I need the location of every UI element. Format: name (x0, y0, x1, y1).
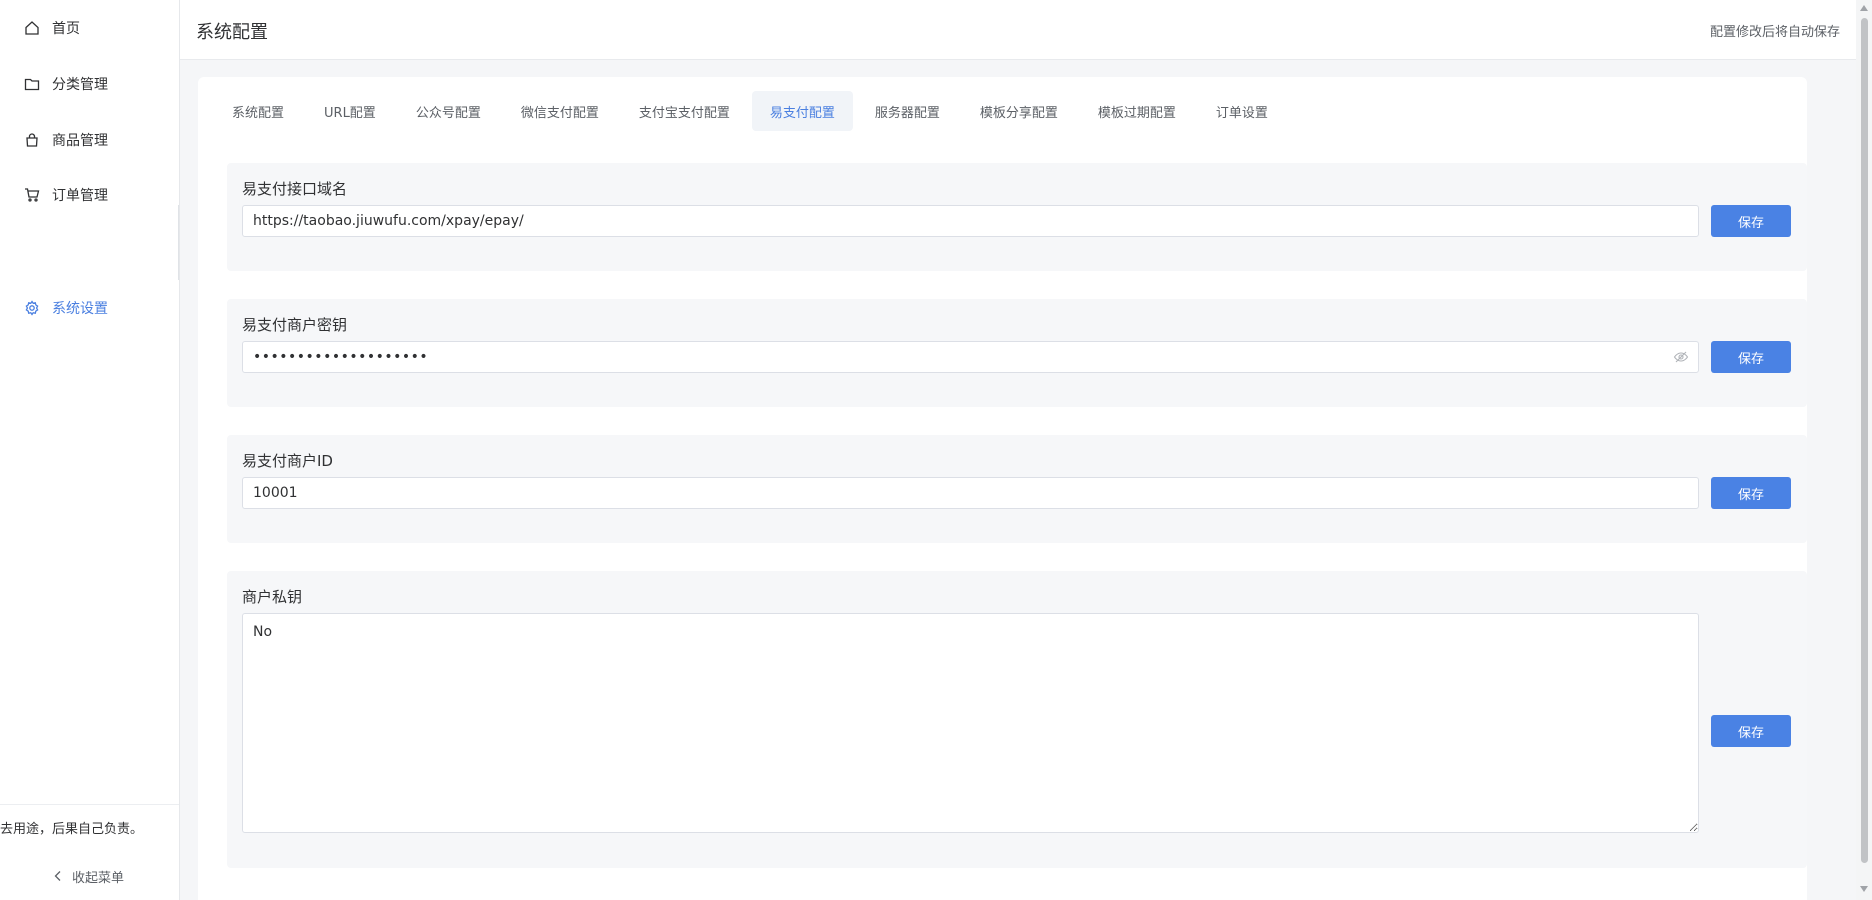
private-key-textarea[interactable]: No (242, 613, 1699, 833)
save-private-key-button[interactable]: 保存 (1711, 715, 1791, 747)
sidebar-item-products[interactable]: 商品管理 (0, 120, 179, 160)
folder-icon (24, 76, 40, 92)
api-domain-label: 易支付接口域名 (242, 180, 348, 198)
app: 首页 分类管理 商品管理 订单管理 系统设置 去用途，后果自己负责。 收起菜单 … (0, 0, 1872, 900)
header: 系统配置 配置修改后将自动保存 (180, 0, 1872, 60)
chevron-left-icon (52, 870, 64, 882)
api-domain-input[interactable] (242, 205, 1699, 237)
sidebar-notice: 去用途，后果自己负责。 (0, 822, 144, 837)
save-merchant-key-button[interactable]: 保存 (1711, 341, 1791, 373)
tab-template-share-config[interactable]: 模板分享配置 (962, 91, 1076, 131)
sidebar-item-label: 系统设置 (52, 301, 108, 317)
tab-system-config[interactable]: 系统配置 (214, 91, 302, 131)
sidebar-item-orders[interactable]: 订单管理 (0, 175, 179, 215)
sidebar-item-label: 订单管理 (52, 188, 108, 204)
save-merchant-id-button[interactable]: 保存 (1711, 477, 1791, 509)
private-key-section: 商户私钥 No 保存 (227, 571, 1807, 868)
sidebar-item-categories[interactable]: 分类管理 (0, 64, 179, 104)
scroll-up-arrow-icon[interactable] (1860, 4, 1868, 12)
sidebar-item-home[interactable]: 首页 (0, 8, 179, 48)
merchant-key-label: 易支付商户密钥 (242, 316, 348, 334)
tab-url-config[interactable]: URL配置 (306, 91, 394, 131)
private-key-label: 商户私钥 (242, 588, 303, 606)
page-title: 系统配置 (196, 22, 268, 43)
merchant-id-input[interactable] (242, 477, 1699, 509)
save-api-domain-button[interactable]: 保存 (1711, 205, 1791, 237)
cart-icon (24, 187, 40, 203)
eye-off-icon[interactable] (1673, 349, 1689, 365)
sidebar-item-label: 分类管理 (52, 77, 108, 93)
tab-wechat-pay-config[interactable]: 微信支付配置 (503, 91, 617, 131)
tab-template-expiry-config[interactable]: 模板过期配置 (1080, 91, 1194, 131)
tab-alipay-config[interactable]: 支付宝支付配置 (621, 91, 748, 131)
merchant-key-section: 易支付商户密钥 保存 (227, 299, 1807, 407)
scrollbar-thumb[interactable] (1861, 18, 1868, 863)
gear-icon (24, 300, 40, 316)
sidebar: 首页 分类管理 商品管理 订单管理 系统设置 去用途，后果自己负责。 收起菜单 (0, 0, 180, 900)
api-domain-section: 易支付接口域名 保存 (227, 163, 1807, 271)
config-card: 系统配置 URL配置 公众号配置 微信支付配置 支付宝支付配置 易支付配置 服务… (198, 77, 1807, 900)
sidebar-item-label: 首页 (52, 21, 80, 37)
merchant-key-input[interactable] (242, 341, 1699, 373)
autosave-note: 配置修改后将自动保存 (1709, 25, 1840, 40)
vertical-scrollbar[interactable] (1856, 0, 1872, 900)
tab-order-settings[interactable]: 订单设置 (1198, 91, 1286, 131)
collapse-menu-button[interactable]: 收起菜单 (52, 864, 124, 888)
tab-server-config[interactable]: 服务器配置 (857, 91, 958, 131)
scroll-down-arrow-icon[interactable] (1860, 885, 1868, 893)
home-icon (24, 20, 40, 36)
collapse-menu-label: 收起菜单 (72, 870, 125, 886)
tab-official-account-config[interactable]: 公众号配置 (398, 91, 499, 131)
bag-icon (24, 132, 40, 148)
sidebar-bottom-divider (0, 804, 179, 805)
config-tabs: 系统配置 URL配置 公众号配置 微信支付配置 支付宝支付配置 易支付配置 服务… (214, 91, 1290, 131)
merchant-id-section: 易支付商户ID 保存 (227, 435, 1807, 543)
tab-epay-config[interactable]: 易支付配置 (751, 91, 853, 131)
sidebar-item-label: 商品管理 (52, 133, 108, 149)
sidebar-divider (178, 205, 179, 280)
sidebar-item-settings[interactable]: 系统设置 (0, 288, 179, 328)
merchant-id-label: 易支付商户ID (242, 452, 333, 470)
